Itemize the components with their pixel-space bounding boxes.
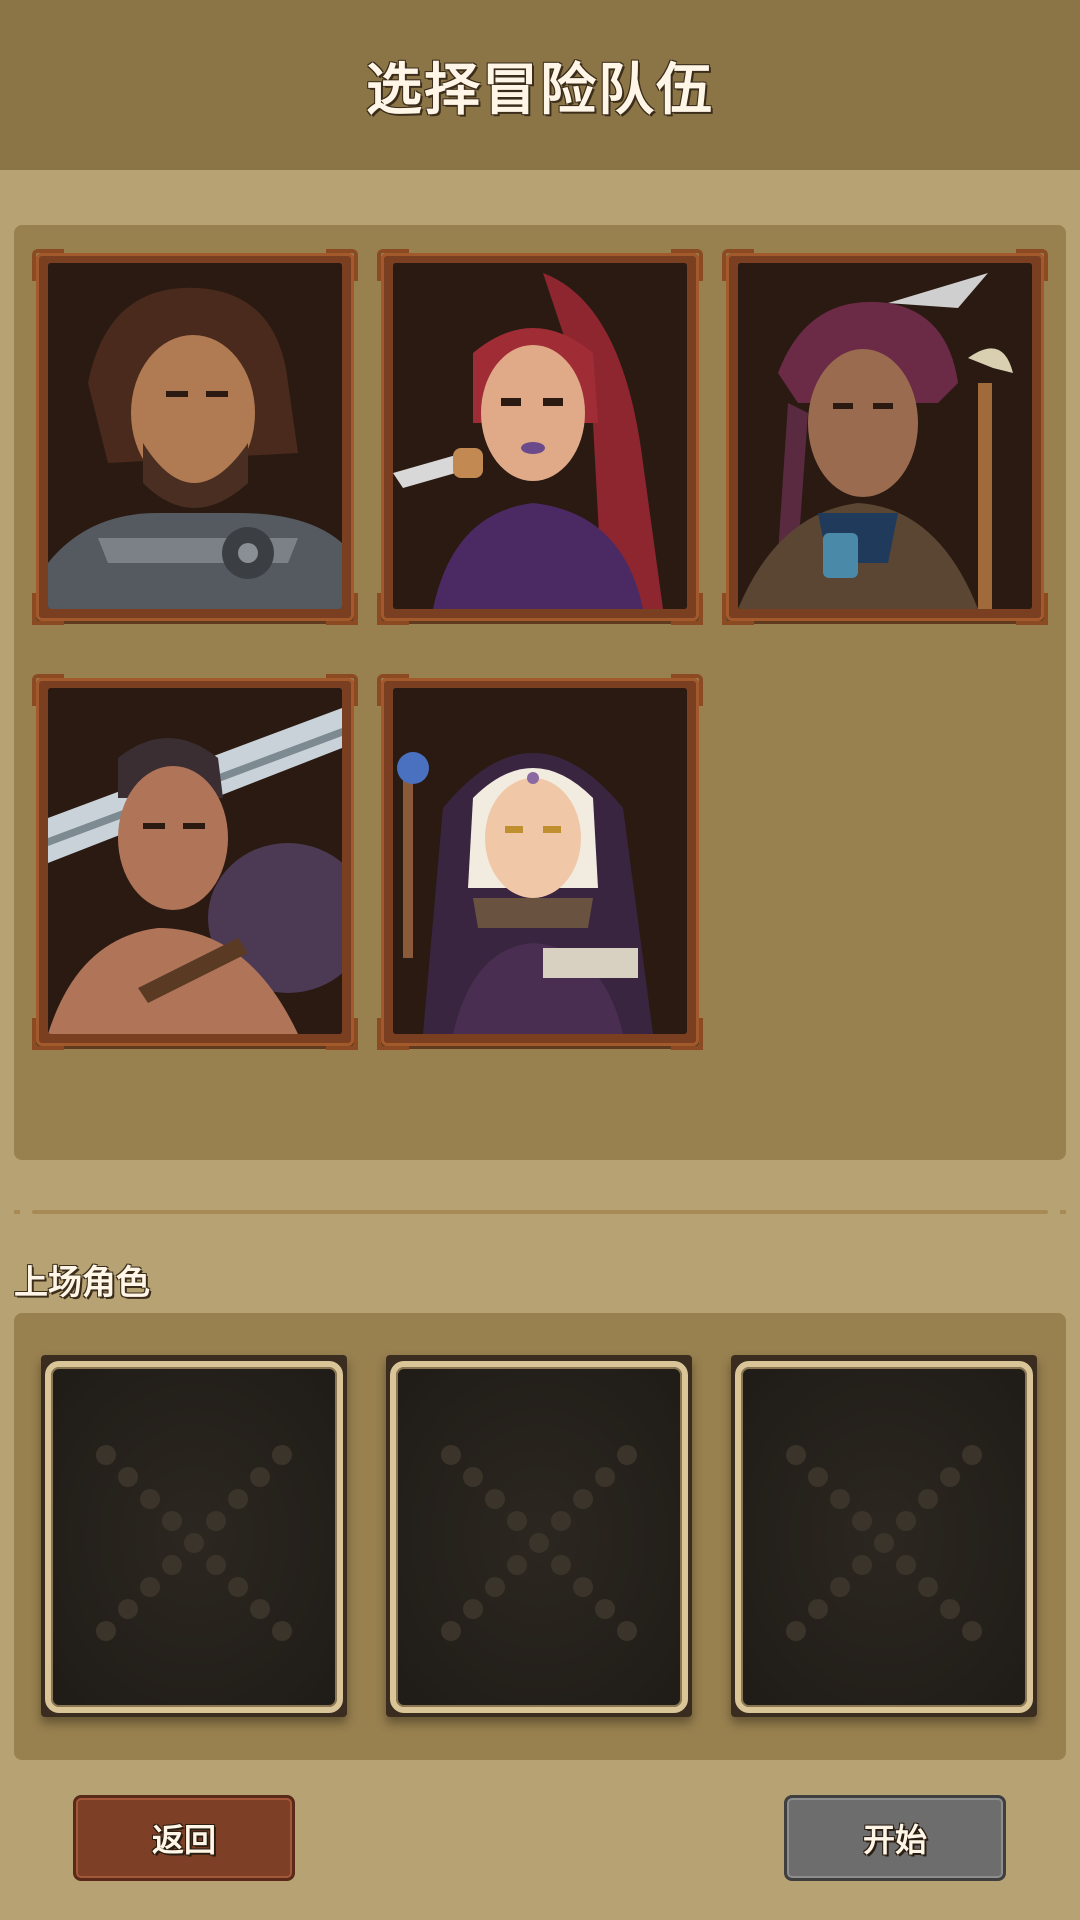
lineup-slot-2[interactable] xyxy=(386,1355,692,1717)
bearded-warrior-portrait-icon xyxy=(48,263,342,609)
frame-corner-icon xyxy=(377,674,409,706)
hero-card-barbarian[interactable] xyxy=(32,674,358,1050)
lineup-slot-1[interactable] xyxy=(41,1355,347,1717)
lineup-panel xyxy=(14,1313,1066,1760)
frame-corner-icon xyxy=(671,249,703,281)
frame-corner-icon xyxy=(1016,249,1048,281)
empty-slot-x-icon xyxy=(786,1445,982,1641)
lineup-label: 上场角色 xyxy=(14,1263,150,1303)
frame-corner-icon xyxy=(377,1018,409,1050)
nun-cleric-portrait-icon xyxy=(393,688,687,1034)
frame-corner-icon xyxy=(671,1018,703,1050)
hero-card-rogue[interactable] xyxy=(377,249,703,625)
frame-corner-icon xyxy=(377,593,409,625)
start-button[interactable]: 开始 xyxy=(784,1795,1006,1881)
frame-corner-icon xyxy=(326,249,358,281)
red-haired-rogue-portrait-icon xyxy=(393,263,687,609)
empty-slot-x-icon xyxy=(96,1445,292,1641)
frame-corner-icon xyxy=(326,593,358,625)
page-title: 选择冒险队伍 xyxy=(366,57,714,123)
frame-corner-icon xyxy=(32,593,64,625)
frame-corner-icon xyxy=(722,249,754,281)
header-bar: 选择冒险队伍 xyxy=(0,0,1080,170)
back-button[interactable]: 返回 xyxy=(73,1795,295,1881)
frame-corner-icon xyxy=(32,674,64,706)
frame-corner-icon xyxy=(326,1018,358,1050)
feathered-shaman-portrait-icon xyxy=(738,263,1032,609)
lineup-slot-3[interactable] xyxy=(731,1355,1037,1717)
greatsword-barbarian-portrait-icon xyxy=(48,688,342,1034)
empty-slot-x-icon xyxy=(441,1445,637,1641)
frame-corner-icon xyxy=(377,249,409,281)
hero-card-cleric[interactable] xyxy=(377,674,703,1050)
frame-corner-icon xyxy=(32,1018,64,1050)
section-divider xyxy=(14,1210,1066,1214)
frame-corner-icon xyxy=(671,674,703,706)
frame-corner-icon xyxy=(1016,593,1048,625)
frame-corner-icon xyxy=(722,593,754,625)
hero-card-shaman[interactable] xyxy=(722,249,1048,625)
frame-corner-icon xyxy=(671,593,703,625)
hero-roster-panel xyxy=(14,225,1066,1160)
frame-corner-icon xyxy=(326,674,358,706)
frame-corner-icon xyxy=(32,249,64,281)
hero-card-warrior[interactable] xyxy=(32,249,358,625)
